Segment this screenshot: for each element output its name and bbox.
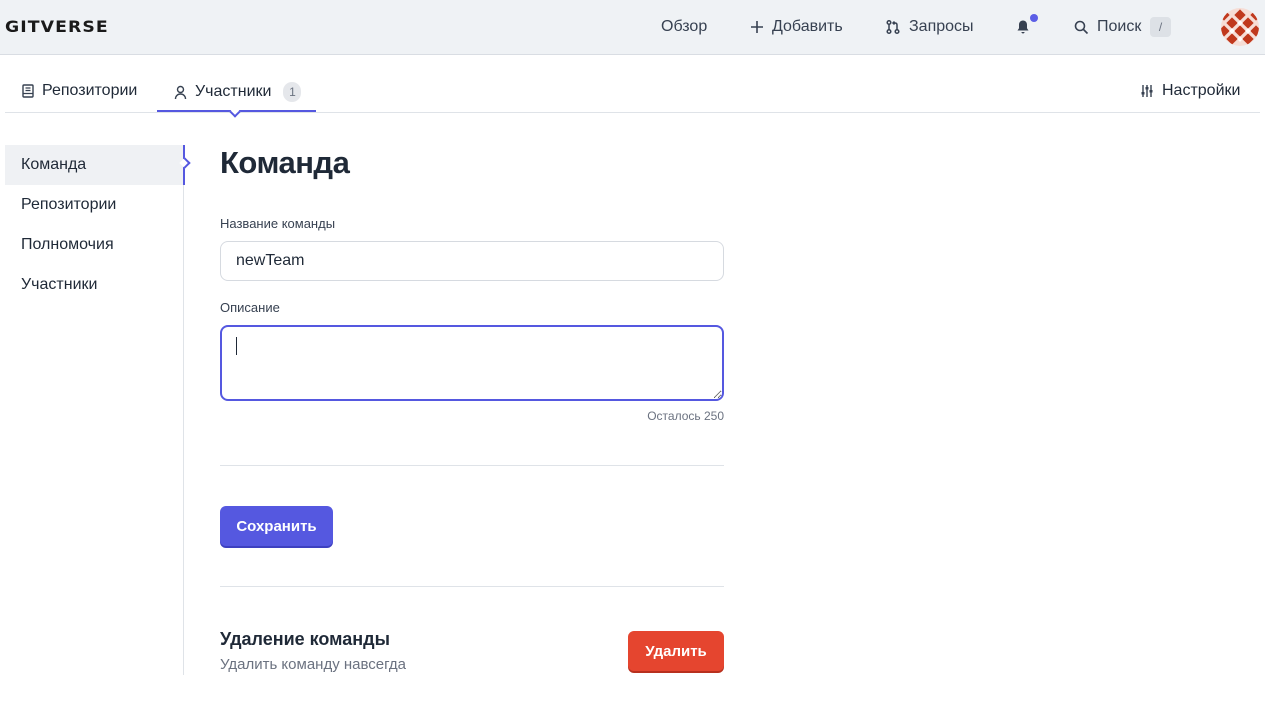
sidebar-item-label: Репозитории xyxy=(21,196,117,213)
nav-requests-link[interactable]: Запросы xyxy=(885,17,974,37)
sidebar-active-notch xyxy=(179,157,191,169)
team-name-input[interactable] xyxy=(220,241,724,281)
description-textarea[interactable] xyxy=(220,325,724,401)
delete-team-heading: Удаление команды xyxy=(220,629,390,649)
search-label: Поиск xyxy=(1097,18,1142,35)
person-icon xyxy=(174,85,187,99)
sidebar-item-team[interactable]: Команда xyxy=(5,145,191,185)
nav-requests-label: Запросы xyxy=(909,18,974,35)
team-name-label: Название команды xyxy=(220,216,336,231)
notification-dot xyxy=(1030,14,1038,22)
plus-icon xyxy=(751,21,763,33)
tab-repositories[interactable]: Репозитории xyxy=(22,82,137,100)
gitverse-logo[interactable]: GITVERSE xyxy=(5,17,109,36)
notifications-button[interactable] xyxy=(1016,17,1030,37)
repository-icon xyxy=(22,84,34,98)
search-button[interactable]: Поиск xyxy=(1074,17,1141,37)
tab-settings-label: Настройки xyxy=(1162,82,1241,99)
pull-request-icon xyxy=(886,19,900,35)
characters-left-counter: Осталось 250 xyxy=(647,409,724,423)
nav-add-button[interactable]: Добавить xyxy=(750,17,843,37)
tab-members-label: Участники xyxy=(195,83,272,100)
search-icon xyxy=(1074,20,1089,34)
team-tabs: Репозитории Участники 1 Настройки xyxy=(5,56,1260,118)
text-cursor xyxy=(236,337,237,355)
active-tab-notch xyxy=(229,106,241,118)
sidebar-item-label: Полномочия xyxy=(21,236,114,253)
user-avatar[interactable] xyxy=(1221,8,1259,46)
page-title: Команда xyxy=(220,145,350,180)
search-shortcut-key: / xyxy=(1150,17,1171,37)
section-divider xyxy=(220,586,724,587)
nav-add-label: Добавить xyxy=(772,18,843,35)
members-count-badge: 1 xyxy=(283,82,302,102)
section-divider xyxy=(220,465,724,466)
delete-team-description: Удалить команду навсегда xyxy=(220,656,407,673)
sidebar-item-label: Участники xyxy=(21,276,98,293)
sidebar-item-label: Команда xyxy=(21,156,87,173)
settings-sidebar: Команда Репозитории Полномочия Участники xyxy=(5,145,191,675)
nav-overview-link[interactable]: Обзор xyxy=(661,17,707,37)
sidebar-item-permissions[interactable]: Полномочия xyxy=(5,225,183,265)
top-navigation-bar: GITVERSE Обзор Добавить Запросы Поиск / xyxy=(0,0,1265,55)
nav-overview-label: Обзор xyxy=(661,18,708,35)
sidebar-item-members[interactable]: Участники xyxy=(5,265,183,305)
bell-icon xyxy=(1017,20,1029,34)
description-label: Описание xyxy=(220,300,280,315)
delete-team-button[interactable]: Удалить xyxy=(628,631,724,671)
tab-repositories-label: Репозитории xyxy=(42,82,138,99)
tab-members[interactable]: Участники 1 xyxy=(174,82,302,102)
sidebar-item-repositories[interactable]: Репозитории xyxy=(5,185,183,225)
sliders-icon xyxy=(1141,85,1153,97)
tab-settings[interactable]: Настройки xyxy=(1140,82,1240,100)
save-button[interactable]: Сохранить xyxy=(220,506,333,546)
